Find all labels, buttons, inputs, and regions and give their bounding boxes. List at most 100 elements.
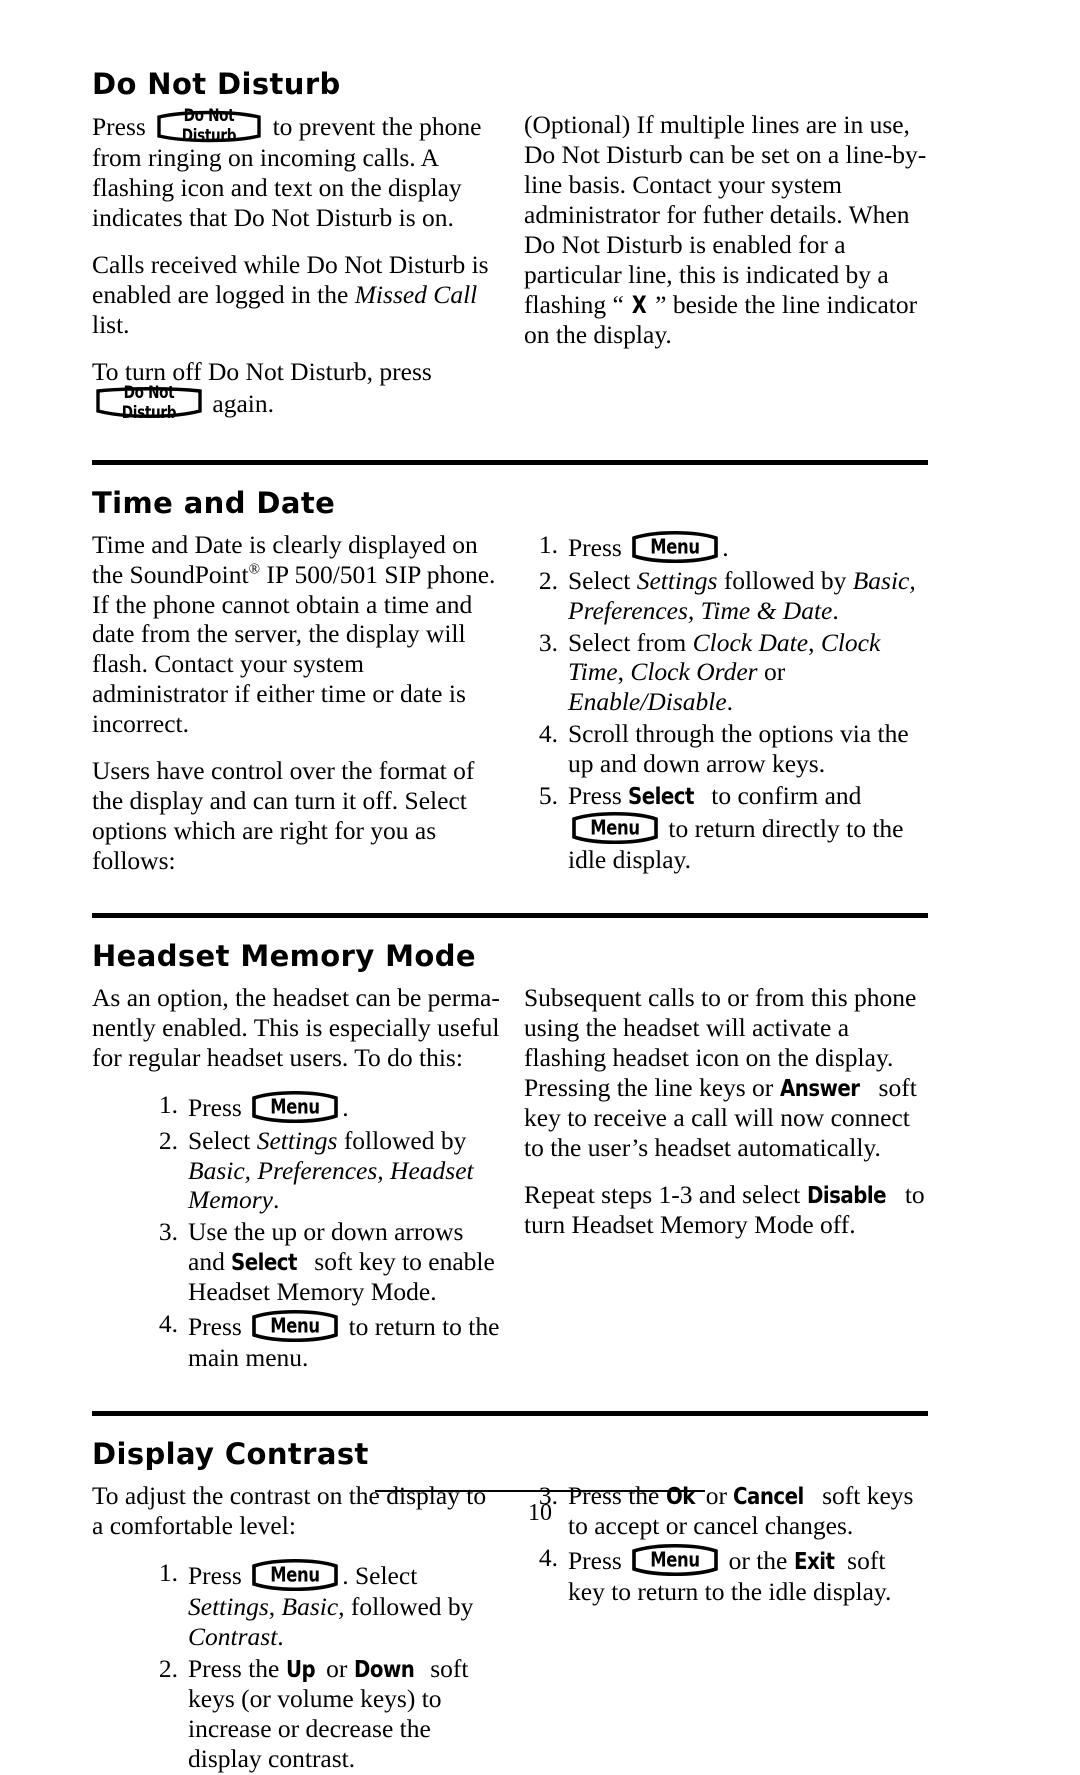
step-list: 1. Press Menu. 2. Select Settings followed … xyxy=(144,1090,502,1374)
text-fragment: Press xyxy=(92,112,153,142)
disable-soft-key-label: Disable xyxy=(806,1182,887,1209)
text-fragment: Press xyxy=(568,532,629,562)
section-headset-memory-mode: Headset Memory Mode As an option, the he… xyxy=(92,913,928,1375)
paragraph: Users have control over the format of th… xyxy=(92,756,475,876)
text-fragment: . xyxy=(832,595,839,625)
emphasis: Clock Order xyxy=(630,657,758,687)
text-fragment: , xyxy=(808,627,821,657)
text-fragment: . xyxy=(342,1092,349,1122)
text-fragment: Select from xyxy=(568,627,693,657)
list-item: 3. Use the up or down arrows and Select s… xyxy=(144,1217,502,1307)
list-item-number: 4. xyxy=(158,1309,178,1339)
emphasis: Settings, Basic, xyxy=(188,1591,345,1621)
footer-divider xyxy=(375,1490,705,1492)
text-fragment: Select xyxy=(568,565,637,595)
text-fragment: list. xyxy=(92,310,130,340)
text-fragment: Select xyxy=(188,1125,257,1155)
emphasis-missed-call: Missed Call xyxy=(354,280,478,310)
section-divider xyxy=(92,1411,928,1417)
list-item-number: 2. xyxy=(538,565,558,595)
text-fragment: Press xyxy=(188,1312,249,1342)
text-fragment: again. xyxy=(206,389,274,419)
list-item-number: 1. xyxy=(538,529,558,559)
menu-key-icon[interactable]: Menu xyxy=(571,811,659,845)
paragraph: Time and Date is clearly displayed on th… xyxy=(92,530,502,740)
step-list: 1. Press Menu. Select Settings, Basic, fo… xyxy=(144,1558,502,1774)
menu-key-icon[interactable]: Menu xyxy=(251,1090,339,1124)
text-fragment: or the xyxy=(722,1545,794,1575)
text-fragment: followed by xyxy=(337,1125,467,1155)
list-item: 4. Scroll through the options via the up … xyxy=(524,719,928,779)
text-fragment: To turn off Do Not Disturb, press xyxy=(92,357,432,387)
paragraph: To turn off Do Not Disturb, press Do Not… xyxy=(92,357,502,423)
list-item: 3. Select from Clock Date, Clock Time, Cl… xyxy=(524,628,928,718)
section-display-contrast: Display Contrast To adjust the contrast … xyxy=(92,1411,928,1775)
emphasis: Enable/Disable xyxy=(568,687,727,717)
section-heading-time-and-date: Time and Date xyxy=(92,486,336,521)
registered-trademark-symbol: ® xyxy=(248,561,260,578)
text-fragment: . xyxy=(272,1185,280,1215)
text-fragment: followed by xyxy=(344,1591,474,1621)
two-column-layout: Press Do Not Disturb to prevent the phon… xyxy=(92,106,928,423)
text-fragment: or xyxy=(319,1653,354,1683)
emphasis: Clock Date xyxy=(692,627,809,657)
section-time-and-date: Time and Date Time and Date is clearly d… xyxy=(92,460,928,877)
soft-key-label: Select xyxy=(628,784,695,811)
text-fragment: . Select xyxy=(342,1560,418,1590)
paragraph: Subsequent calls to or from this phone u… xyxy=(524,983,928,1163)
section-do-not-disturb: Do Not Disturb Press Do Not Disturb to p… xyxy=(92,67,928,423)
document-page: Do Not Disturb Press Do Not Disturb to p… xyxy=(0,0,1080,1773)
x-indicator-glyph: X xyxy=(632,291,647,320)
list-item: 5. Press Select to confirm and Menu to re… xyxy=(524,781,928,875)
page-number: 10 xyxy=(528,1500,552,1526)
text-fragment: followed by xyxy=(717,565,853,595)
text-fragment: Scroll through the options via the up an… xyxy=(568,719,909,779)
page-footer: 10 xyxy=(0,1490,1080,1527)
text-fragment: . xyxy=(722,532,729,562)
emphasis: Basic, Preferences, Headset Memory xyxy=(188,1155,474,1215)
text-fragment: (Optional) If multiple lines are in use,… xyxy=(524,110,927,320)
menu-key-icon[interactable]: Menu xyxy=(251,1309,339,1343)
text-fragment: Press xyxy=(188,1560,249,1590)
left-column: Press Do Not Disturb to prevent the phon… xyxy=(92,106,502,423)
list-item-number: 4. xyxy=(538,1542,558,1572)
left-column: Time and Date is clearly displayed on th… xyxy=(92,530,502,876)
text-fragment: Press xyxy=(188,1092,249,1122)
emphasis: Settings xyxy=(256,1125,338,1155)
section-divider xyxy=(92,913,928,919)
text-fragment: to confirm and xyxy=(704,781,862,811)
list-item-number: 1. xyxy=(158,1089,178,1119)
menu-key-icon[interactable]: Menu xyxy=(251,1558,339,1592)
paragraph: (Optional) If multiple lines are in use,… xyxy=(524,110,928,350)
paragraph: As an option, the headset can be perma-n… xyxy=(92,982,500,1072)
list-item: 1. Press Menu. xyxy=(524,530,928,564)
right-column: Subsequent calls to or from this phone u… xyxy=(524,983,928,1240)
list-item: 2. Select Settings followed by Basic, Pre… xyxy=(144,1126,502,1216)
list-item: 2. Press the Up or Down soft keys (or vol… xyxy=(144,1654,502,1774)
section-heading-display-contrast: Display Contrast xyxy=(92,1437,369,1472)
two-column-layout: Time and Date is clearly displayed on th… xyxy=(92,530,928,878)
text-fragment: , xyxy=(617,657,631,687)
text-fragment: Press the xyxy=(188,1653,286,1683)
left-column: As an option, the headset can be perma-n… xyxy=(92,983,502,1376)
soft-key-label: Exit xyxy=(793,1548,835,1575)
text-fragment: Press xyxy=(568,1545,629,1575)
list-item-number: 4. xyxy=(538,719,558,749)
menu-key-icon[interactable]: Menu xyxy=(631,530,719,564)
list-item: 4. Press Menu to return to the main menu. xyxy=(144,1309,502,1373)
list-item: 1. Press Menu. Select Settings, Basic, fo… xyxy=(144,1558,502,1652)
text-fragment: or xyxy=(757,657,786,687)
paragraph: Repeat steps 1-3 and select Disable to t… xyxy=(524,1180,928,1240)
soft-key-label: Select xyxy=(231,1250,298,1277)
text-fragment: Press xyxy=(568,781,629,811)
section-heading-headset-memory-mode: Headset Memory Mode xyxy=(92,939,476,974)
list-item-number: 3. xyxy=(158,1217,178,1247)
list-item-number: 3. xyxy=(538,627,558,657)
list-item-number: 5. xyxy=(538,781,558,811)
menu-key-icon[interactable]: Menu xyxy=(631,1543,719,1577)
do-not-disturb-key-icon[interactable]: Do Not Disturb xyxy=(155,106,263,146)
section-heading-do-not-disturb: Do Not Disturb xyxy=(92,67,341,101)
do-not-disturb-key-icon[interactable]: Do Not Disturb xyxy=(95,383,203,423)
